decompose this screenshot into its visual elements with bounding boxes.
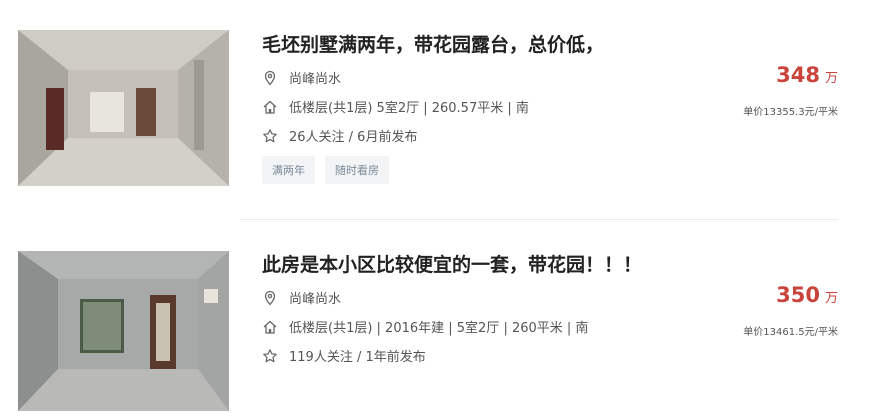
unit-price: 单价13461.5元/平米 bbox=[743, 327, 838, 338]
listing-card[interactable]: 此房是本小区比较便宜的一套，带花园！！！ 尚峰尚水 低楼层(共1层) | 201… bbox=[0, 220, 870, 420]
unit-price: 单价13355.3元/平米 bbox=[743, 107, 838, 118]
listing-title[interactable]: 此房是本小区比较便宜的一套，带花园！！！ bbox=[262, 250, 642, 277]
price-unit: 万 bbox=[824, 291, 838, 306]
house-icon bbox=[262, 319, 278, 335]
star-icon bbox=[262, 128, 278, 144]
star-icon bbox=[262, 348, 278, 364]
listing-title[interactable]: 毛坯别墅满两年，带花园露台，总价低， bbox=[262, 30, 604, 57]
house-info-text: 低楼层(共1层) | 2016年建 | 5室2厅 | 260平米 | 南 bbox=[289, 321, 589, 336]
house-info-row: 低楼层(共1层) 5室2厅 | 260.57平米 | 南 bbox=[262, 97, 529, 116]
house-icon bbox=[262, 99, 278, 115]
follow-info-row: 119人关注 / 1年前发布 bbox=[262, 346, 426, 365]
listing-photo[interactable] bbox=[18, 251, 229, 411]
location-pin-icon bbox=[262, 290, 278, 306]
total-price: 348 万 bbox=[776, 63, 838, 87]
price-unit: 万 bbox=[824, 71, 838, 86]
price-value: 348 bbox=[776, 63, 820, 87]
listing-card[interactable]: 毛坯别墅满两年，带花园露台，总价低， 尚峰尚水 低楼层(共1层) 5室2厅 | … bbox=[0, 0, 870, 200]
tag-badge: 随时看房 bbox=[325, 156, 389, 184]
location-pin-icon bbox=[262, 70, 278, 86]
tag-badge: 满两年 bbox=[262, 156, 315, 184]
follow-info-text: 26人关注 / 6月前发布 bbox=[289, 130, 418, 145]
community-row: 尚峰尚水 bbox=[262, 288, 341, 307]
community-link[interactable]: 尚峰尚水 bbox=[289, 68, 341, 87]
house-info-row: 低楼层(共1层) | 2016年建 | 5室2厅 | 260平米 | 南 bbox=[262, 317, 588, 336]
room-photo-image bbox=[18, 251, 229, 411]
listing-photo[interactable] bbox=[18, 30, 229, 186]
follow-info-text: 119人关注 / 1年前发布 bbox=[289, 350, 426, 365]
total-price: 350 万 bbox=[776, 283, 838, 307]
community-row: 尚峰尚水 bbox=[262, 68, 341, 87]
room-photo-image bbox=[18, 30, 229, 186]
tag-list: 满两年 随时看房 bbox=[262, 156, 389, 184]
community-link[interactable]: 尚峰尚水 bbox=[289, 288, 341, 307]
follow-info-row: 26人关注 / 6月前发布 bbox=[262, 126, 417, 145]
price-value: 350 bbox=[776, 283, 820, 307]
house-info-text: 低楼层(共1层) 5室2厅 | 260.57平米 | 南 bbox=[289, 101, 529, 116]
